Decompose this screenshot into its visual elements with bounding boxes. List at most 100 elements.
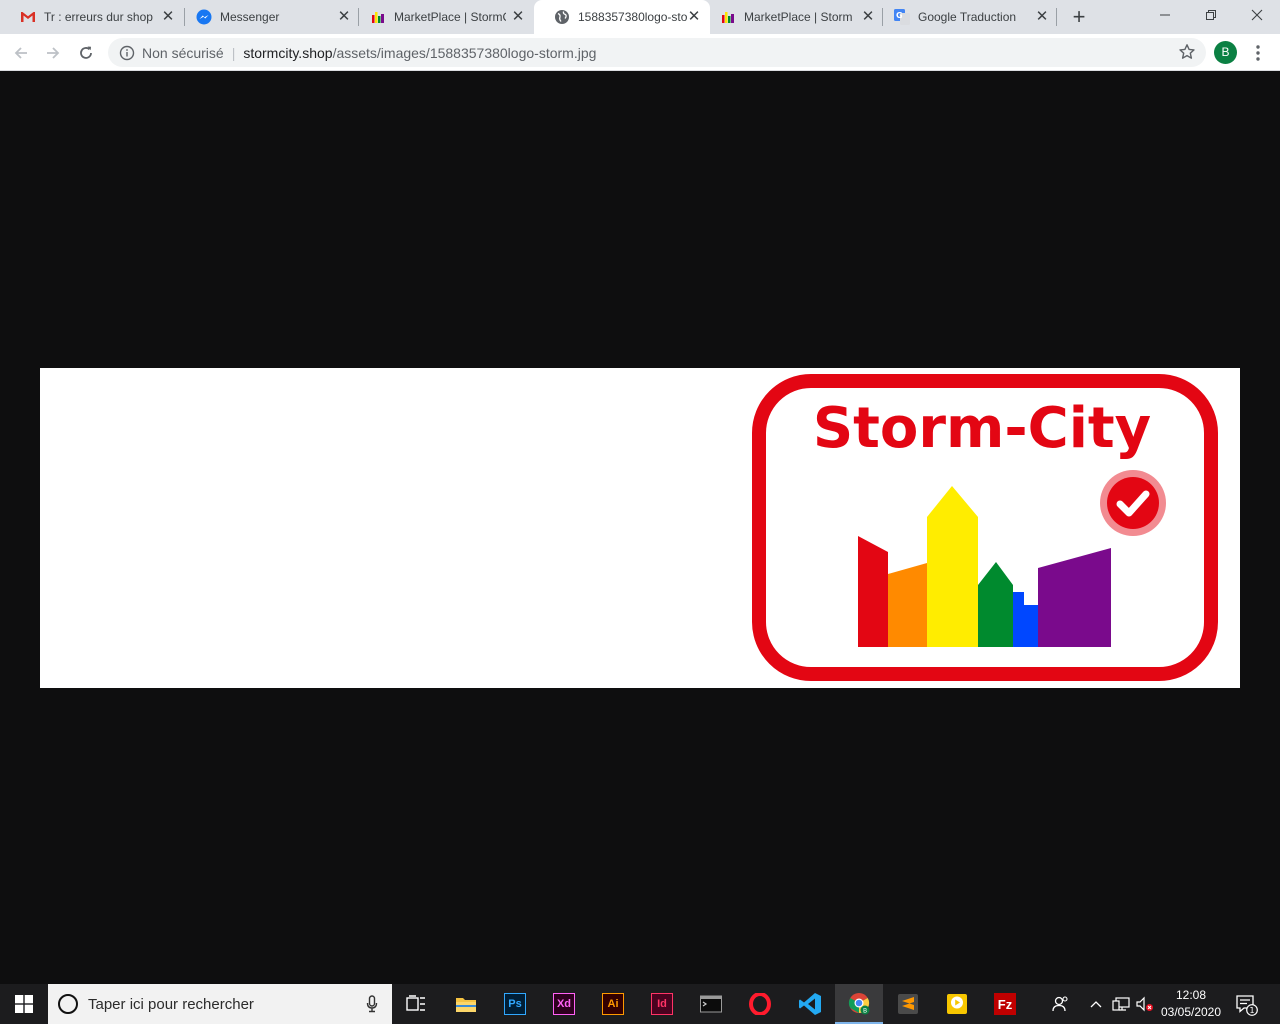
action-center-button[interactable]: 1 <box>1236 994 1258 1021</box>
browser-toolbar: Non sécurisé | stormcity.shop/assets/ima… <box>0 34 1280 71</box>
more-vert-icon[interactable] <box>1250 43 1266 63</box>
close-window-button[interactable] <box>1234 0 1280 30</box>
tab-google-translate[interactable]: G Google Traduction ✕ <box>874 0 1058 34</box>
reload-icon <box>80 46 92 59</box>
vscode-button[interactable] <box>786 984 834 1024</box>
close-icon <box>1251 9 1263 21</box>
tab-logo-image[interactable]: 1588357380logo-sto ✕ <box>534 0 710 34</box>
network-button[interactable] <box>1112 984 1130 1024</box>
svg-text:G: G <box>896 11 903 20</box>
restore-icon <box>1206 10 1216 20</box>
system-clock[interactable]: 12:08 03/05/2020 <box>1158 987 1224 1021</box>
globe-icon <box>554 9 570 25</box>
terminal-icon <box>700 995 722 1013</box>
adobe-xd-icon: Xd <box>553 993 575 1015</box>
opera-icon <box>749 993 771 1015</box>
messenger-icon <box>196 9 212 25</box>
sublime-text-button[interactable] <box>884 984 932 1024</box>
forward-button[interactable] <box>40 40 66 66</box>
network-icon <box>1112 997 1130 1011</box>
illustrator-icon: Ai <box>602 993 624 1015</box>
tab-messenger[interactable]: Messenger ✕ <box>176 0 360 34</box>
illustrator-button[interactable]: Ai <box>589 984 637 1024</box>
minimize-button[interactable] <box>1142 0 1188 30</box>
taskbar-search[interactable]: Taper ici pour rechercher <box>48 984 392 1024</box>
chrome-button[interactable]: B <box>835 984 883 1024</box>
building-yellow <box>927 486 978 647</box>
svg-text:B: B <box>863 1008 867 1015</box>
task-view-button[interactable] <box>392 984 440 1024</box>
logo-image[interactable]: Storm-City <box>40 368 1240 688</box>
people-icon <box>1052 996 1068 1012</box>
building-green <box>978 562 1013 647</box>
chevron-up-icon <box>1090 1001 1102 1008</box>
arrow-left-icon <box>14 47 27 59</box>
building-purple <box>1038 548 1111 647</box>
task-view-icon <box>406 995 425 1011</box>
arrow-right-icon <box>47 47 60 59</box>
filezilla-button[interactable]: Fz <box>981 984 1029 1024</box>
building-blue <box>1013 592 1038 647</box>
check-badge <box>1107 477 1159 529</box>
tab-gmail[interactable]: Tr : erreurs dur shop ✕ <box>0 0 184 34</box>
screen: Tr : erreurs dur shop ✕ Messenger ✕ Mark… <box>0 0 1280 1024</box>
sublime-text-icon <box>898 994 918 1014</box>
address-bar[interactable]: Non sécurisé | stormcity.shop/assets/ima… <box>108 38 1206 67</box>
minimize-icon <box>1160 14 1170 16</box>
reload-button[interactable] <box>73 40 99 66</box>
url-host: stormcity.shop <box>243 44 333 61</box>
chrome-icon: B <box>848 993 870 1015</box>
photoshop-button[interactable]: Ps <box>491 984 539 1024</box>
page-viewport: Storm-City <box>0 71 1280 984</box>
tab-strip: Tr : erreurs dur shop ✕ Messenger ✕ Mark… <box>0 0 1280 34</box>
opera-button[interactable] <box>736 984 784 1024</box>
bookmark-star-icon[interactable] <box>1178 43 1196 61</box>
tab-separator <box>1056 8 1057 26</box>
back-button[interactable] <box>8 40 34 66</box>
volume-muted-icon <box>1136 996 1153 1012</box>
microphone-icon[interactable] <box>366 995 378 1013</box>
indesign-button[interactable]: Id <box>638 984 686 1024</box>
media-player-icon <box>947 994 967 1014</box>
tab-title: Messenger <box>220 10 280 24</box>
info-icon[interactable] <box>119 45 135 61</box>
google-translate-icon: G <box>894 9 910 25</box>
tab-title: MarketPlace | StormC <box>394 10 506 24</box>
logo-wordmark: Storm-City <box>813 396 1151 461</box>
people-button[interactable] <box>1052 984 1070 1024</box>
clock-date: 03/05/2020 <box>1160 1005 1222 1019</box>
restore-button[interactable] <box>1188 0 1234 30</box>
tab-title: Tr : erreurs dur shop <box>44 10 153 24</box>
media-player-button[interactable] <box>933 984 981 1024</box>
building-orange <box>888 563 927 647</box>
tab-title: MarketPlace | StormC <box>744 10 852 24</box>
new-tab-button[interactable]: + <box>1068 6 1090 28</box>
profile-avatar[interactable]: B <box>1214 41 1237 64</box>
tab-marketplace-2[interactable]: MarketPlace | StormC ✕ <box>700 0 884 34</box>
file-explorer-button[interactable] <box>442 984 490 1024</box>
close-icon[interactable]: ✕ <box>510 9 526 25</box>
close-icon[interactable]: ✕ <box>160 9 176 25</box>
volume-button[interactable] <box>1136 984 1154 1024</box>
close-icon[interactable]: ✕ <box>1034 9 1050 25</box>
building-red <box>858 536 888 647</box>
tab-marketplace-1[interactable]: MarketPlace | StormC ✕ <box>350 0 534 34</box>
notifications-icon: 1 <box>1236 995 1258 1016</box>
photoshop-icon: Ps <box>504 993 526 1015</box>
vscode-icon <box>799 993 821 1015</box>
adobe-xd-button[interactable]: Xd <box>540 984 588 1024</box>
start-button[interactable] <box>0 984 48 1024</box>
show-hidden-icons-button[interactable] <box>1090 984 1102 1024</box>
gmail-icon <box>20 9 36 25</box>
notification-count: 1 <box>1249 1006 1254 1015</box>
stormcity-favicon-icon <box>370 9 386 25</box>
clock-time: 12:08 <box>1175 988 1207 1002</box>
search-placeholder: Taper ici pour rechercher <box>88 995 254 1013</box>
windows-logo-icon <box>15 995 33 1013</box>
storm-city-logo: Storm-City <box>752 374 1218 681</box>
url-path: /assets/images/1588357380logo-storm.jpg <box>332 44 597 61</box>
security-status[interactable]: Non sécurisé <box>142 45 224 61</box>
terminal-button[interactable] <box>687 984 735 1024</box>
tab-title: 1588357380logo-sto <box>578 10 688 24</box>
windows-taskbar: Taper ici pour rechercher Ps Xd Ai Id B … <box>0 984 1280 1024</box>
